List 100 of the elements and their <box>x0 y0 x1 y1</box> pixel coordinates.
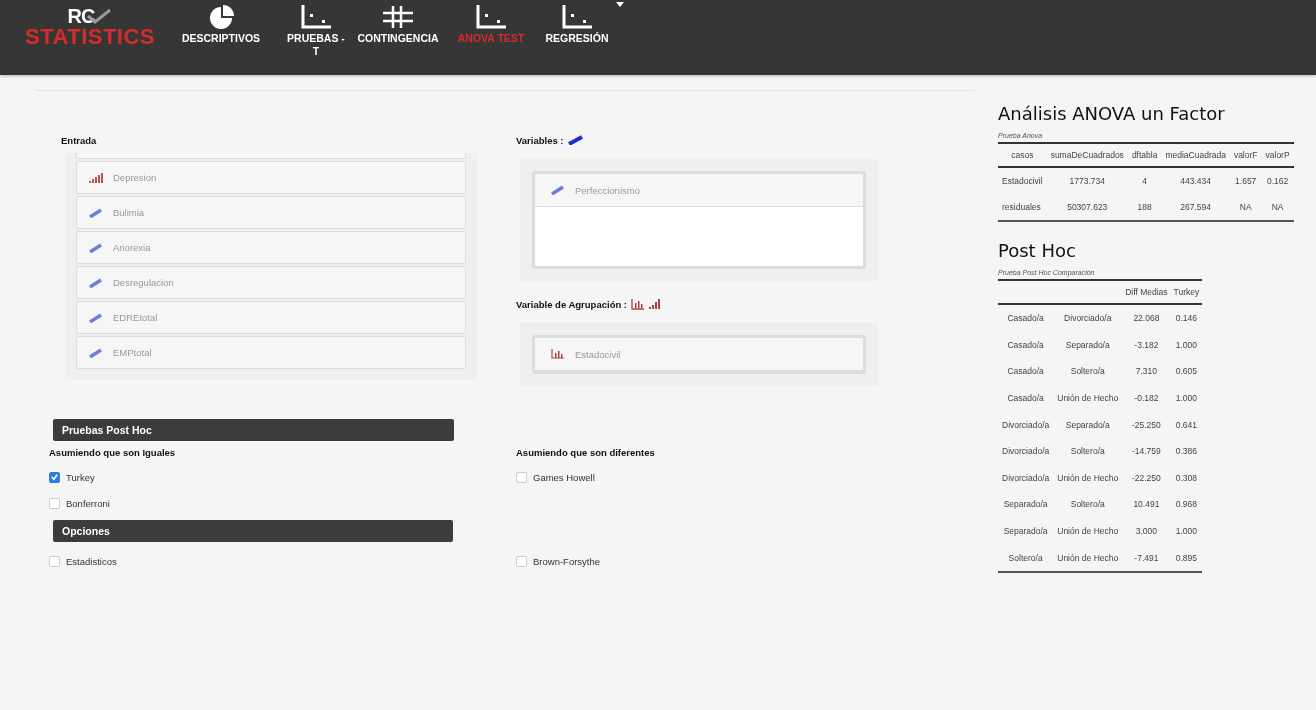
checkbox-label: Bonferroni <box>66 497 110 509</box>
table-cell-text: Unión de Hecho <box>1056 471 1120 485</box>
table-cell: Divorciado/a <box>1053 304 1123 332</box>
table-cell-text: 1.000 <box>1174 338 1199 352</box>
table-cell: 1773.734 <box>1046 167 1128 194</box>
column-header: mediaCuadrada <box>1161 143 1230 167</box>
table-cell-text: 10.491 <box>1132 498 1161 512</box>
column-header: dftabla <box>1127 143 1162 167</box>
bar-chart-icon <box>631 298 646 310</box>
checkbox-label: Estadisticos <box>66 555 117 567</box>
group-label: Asumiendo que son diferentes <box>516 447 656 458</box>
section-header[interactable]: Opciones <box>53 520 453 542</box>
signal-bars-icon <box>89 172 103 183</box>
column-header: casos <box>998 143 1047 167</box>
group-label: Asumiendo que son Iguales <box>49 447 177 458</box>
nav-tab[interactable]: ANOVA TEST <box>456 4 526 45</box>
ruler-icon <box>89 277 103 288</box>
results-title: Post Hoc <box>998 240 1077 261</box>
table-cell-text: 0.605 <box>1174 365 1199 379</box>
scatter-plot-icon <box>560 4 594 30</box>
variable-item[interactable]: Anorexia <box>76 231 466 264</box>
table-cell: 188 <box>1127 194 1162 221</box>
table-cell-text: Casado/a <box>1006 392 1045 406</box>
ruler-icon <box>89 207 103 218</box>
table-cell-text: 0.968 <box>1174 498 1199 512</box>
column-header: sumaDeCuadrados <box>1046 143 1128 167</box>
variable-item[interactable]: EMPtotal <box>76 336 466 369</box>
table-cell-text: -14.759 <box>1130 445 1162 459</box>
table-cell-text: Divorciado/a <box>1001 445 1051 459</box>
nav-tab[interactable]: PRUEBAS - T <box>286 4 346 58</box>
caret-icon[interactable] <box>616 2 624 7</box>
variable-item[interactable]: Perfeccionismo <box>535 174 863 207</box>
variable-item[interactable]: Desregulacion <box>76 266 466 299</box>
column-header: valorF <box>1229 143 1262 167</box>
ruler-icon <box>89 312 103 323</box>
table-cell: -7.491 <box>1122 544 1171 572</box>
table-cell-text: Soltero/a <box>1069 445 1106 459</box>
table-cell-text: -22.250 <box>1130 471 1162 485</box>
variable-item[interactable]: Bulimia <box>76 196 466 229</box>
checkbox[interactable] <box>49 555 60 567</box>
table-cell: residuales <box>998 194 1047 221</box>
table-cell: Soltero/a <box>998 544 1054 572</box>
checkbox-label: Turkey <box>66 471 95 483</box>
checkbox[interactable] <box>49 497 60 509</box>
ruler-icon <box>567 135 584 145</box>
table-cell: 0.146 <box>1170 304 1203 332</box>
table-cell-text: Unión de Hecho <box>1056 525 1120 539</box>
ruler-icon <box>551 185 565 195</box>
nav-tab[interactable]: DESCRIPTIVOS <box>180 4 262 45</box>
variable-item[interactable]: Depresion <box>76 161 466 194</box>
table-cell-text: -0.182 <box>1133 392 1160 406</box>
checkbox[interactable] <box>49 471 60 483</box>
checkbox[interactable] <box>516 555 527 567</box>
results-title: Análisis ANOVA un Factor <box>998 103 1226 124</box>
variable-item[interactable]: EDREtotal <box>76 301 466 334</box>
table-cell-text: -3.182 <box>1133 338 1160 352</box>
table-cell-text: Divorciado/a <box>1001 418 1051 432</box>
checkbox-label: Games Howell <box>533 471 595 483</box>
table-cell: 0.162 <box>1261 167 1294 194</box>
table-cell-text: Separado/a <box>1002 525 1049 539</box>
table-cell-text: 7.310 <box>1134 365 1159 379</box>
section-label: Variable de Agrupación : <box>516 298 628 310</box>
checkbox-label: Brown-Forsythe <box>533 555 601 567</box>
bar-chart-icon <box>551 349 565 359</box>
nav-tab[interactable]: CONTINGENCIA <box>356 4 440 45</box>
table-cell: 0.895 <box>1170 544 1203 572</box>
table-cell-text: 1.000 <box>1174 392 1199 406</box>
table-cell: Estadocivil <box>998 167 1047 194</box>
table-cell: 22.068 <box>1122 304 1171 332</box>
table-cell-text: 0.641 <box>1174 418 1199 432</box>
signal-bars-icon <box>649 299 662 309</box>
checkbox[interactable] <box>516 471 527 483</box>
nav-tab[interactable]: REGRESIÓN <box>542 4 612 45</box>
table-cell: 50307.623 <box>1046 194 1128 221</box>
table-cell-text: 3.000 <box>1134 525 1159 539</box>
logo-text: STATISTICS <box>24 26 156 48</box>
scatter-plot-icon <box>299 4 333 30</box>
table-cell: Casado/a <box>998 304 1054 332</box>
table-cell-text: 0.386 <box>1174 445 1199 459</box>
ruler-icon <box>89 347 103 358</box>
table-cell-text: Separado/a <box>1064 418 1111 432</box>
table-cell-text: 1.000 <box>1174 525 1199 539</box>
table-cell: 267.594 <box>1161 194 1230 221</box>
table-cell-text: Soltero/a <box>1069 365 1106 379</box>
table-cell-text: Separado/a <box>1064 338 1111 352</box>
section-header[interactable]: Pruebas Post Hoc <box>53 419 454 441</box>
table-cell: NA <box>1261 194 1294 221</box>
table-cell-text: 0.308 <box>1174 471 1199 485</box>
scatter-plot-icon <box>474 4 508 30</box>
table-cell-text: Casado/a <box>1006 365 1045 379</box>
section-label: Variables : <box>516 134 564 146</box>
table-cell-text: Separado/a <box>1002 498 1049 512</box>
table-cell: 1.657 <box>1229 167 1262 194</box>
logo-text: RC <box>67 6 95 26</box>
table-cell: 443.434 <box>1161 167 1230 194</box>
table-cell-text: Soltero/a <box>1069 498 1106 512</box>
table-cell: NA <box>1229 194 1262 221</box>
ruler-icon <box>89 242 103 253</box>
drop-box[interactable]: Perfeccionismo <box>532 171 866 269</box>
table-cell: 4 <box>1127 167 1162 194</box>
